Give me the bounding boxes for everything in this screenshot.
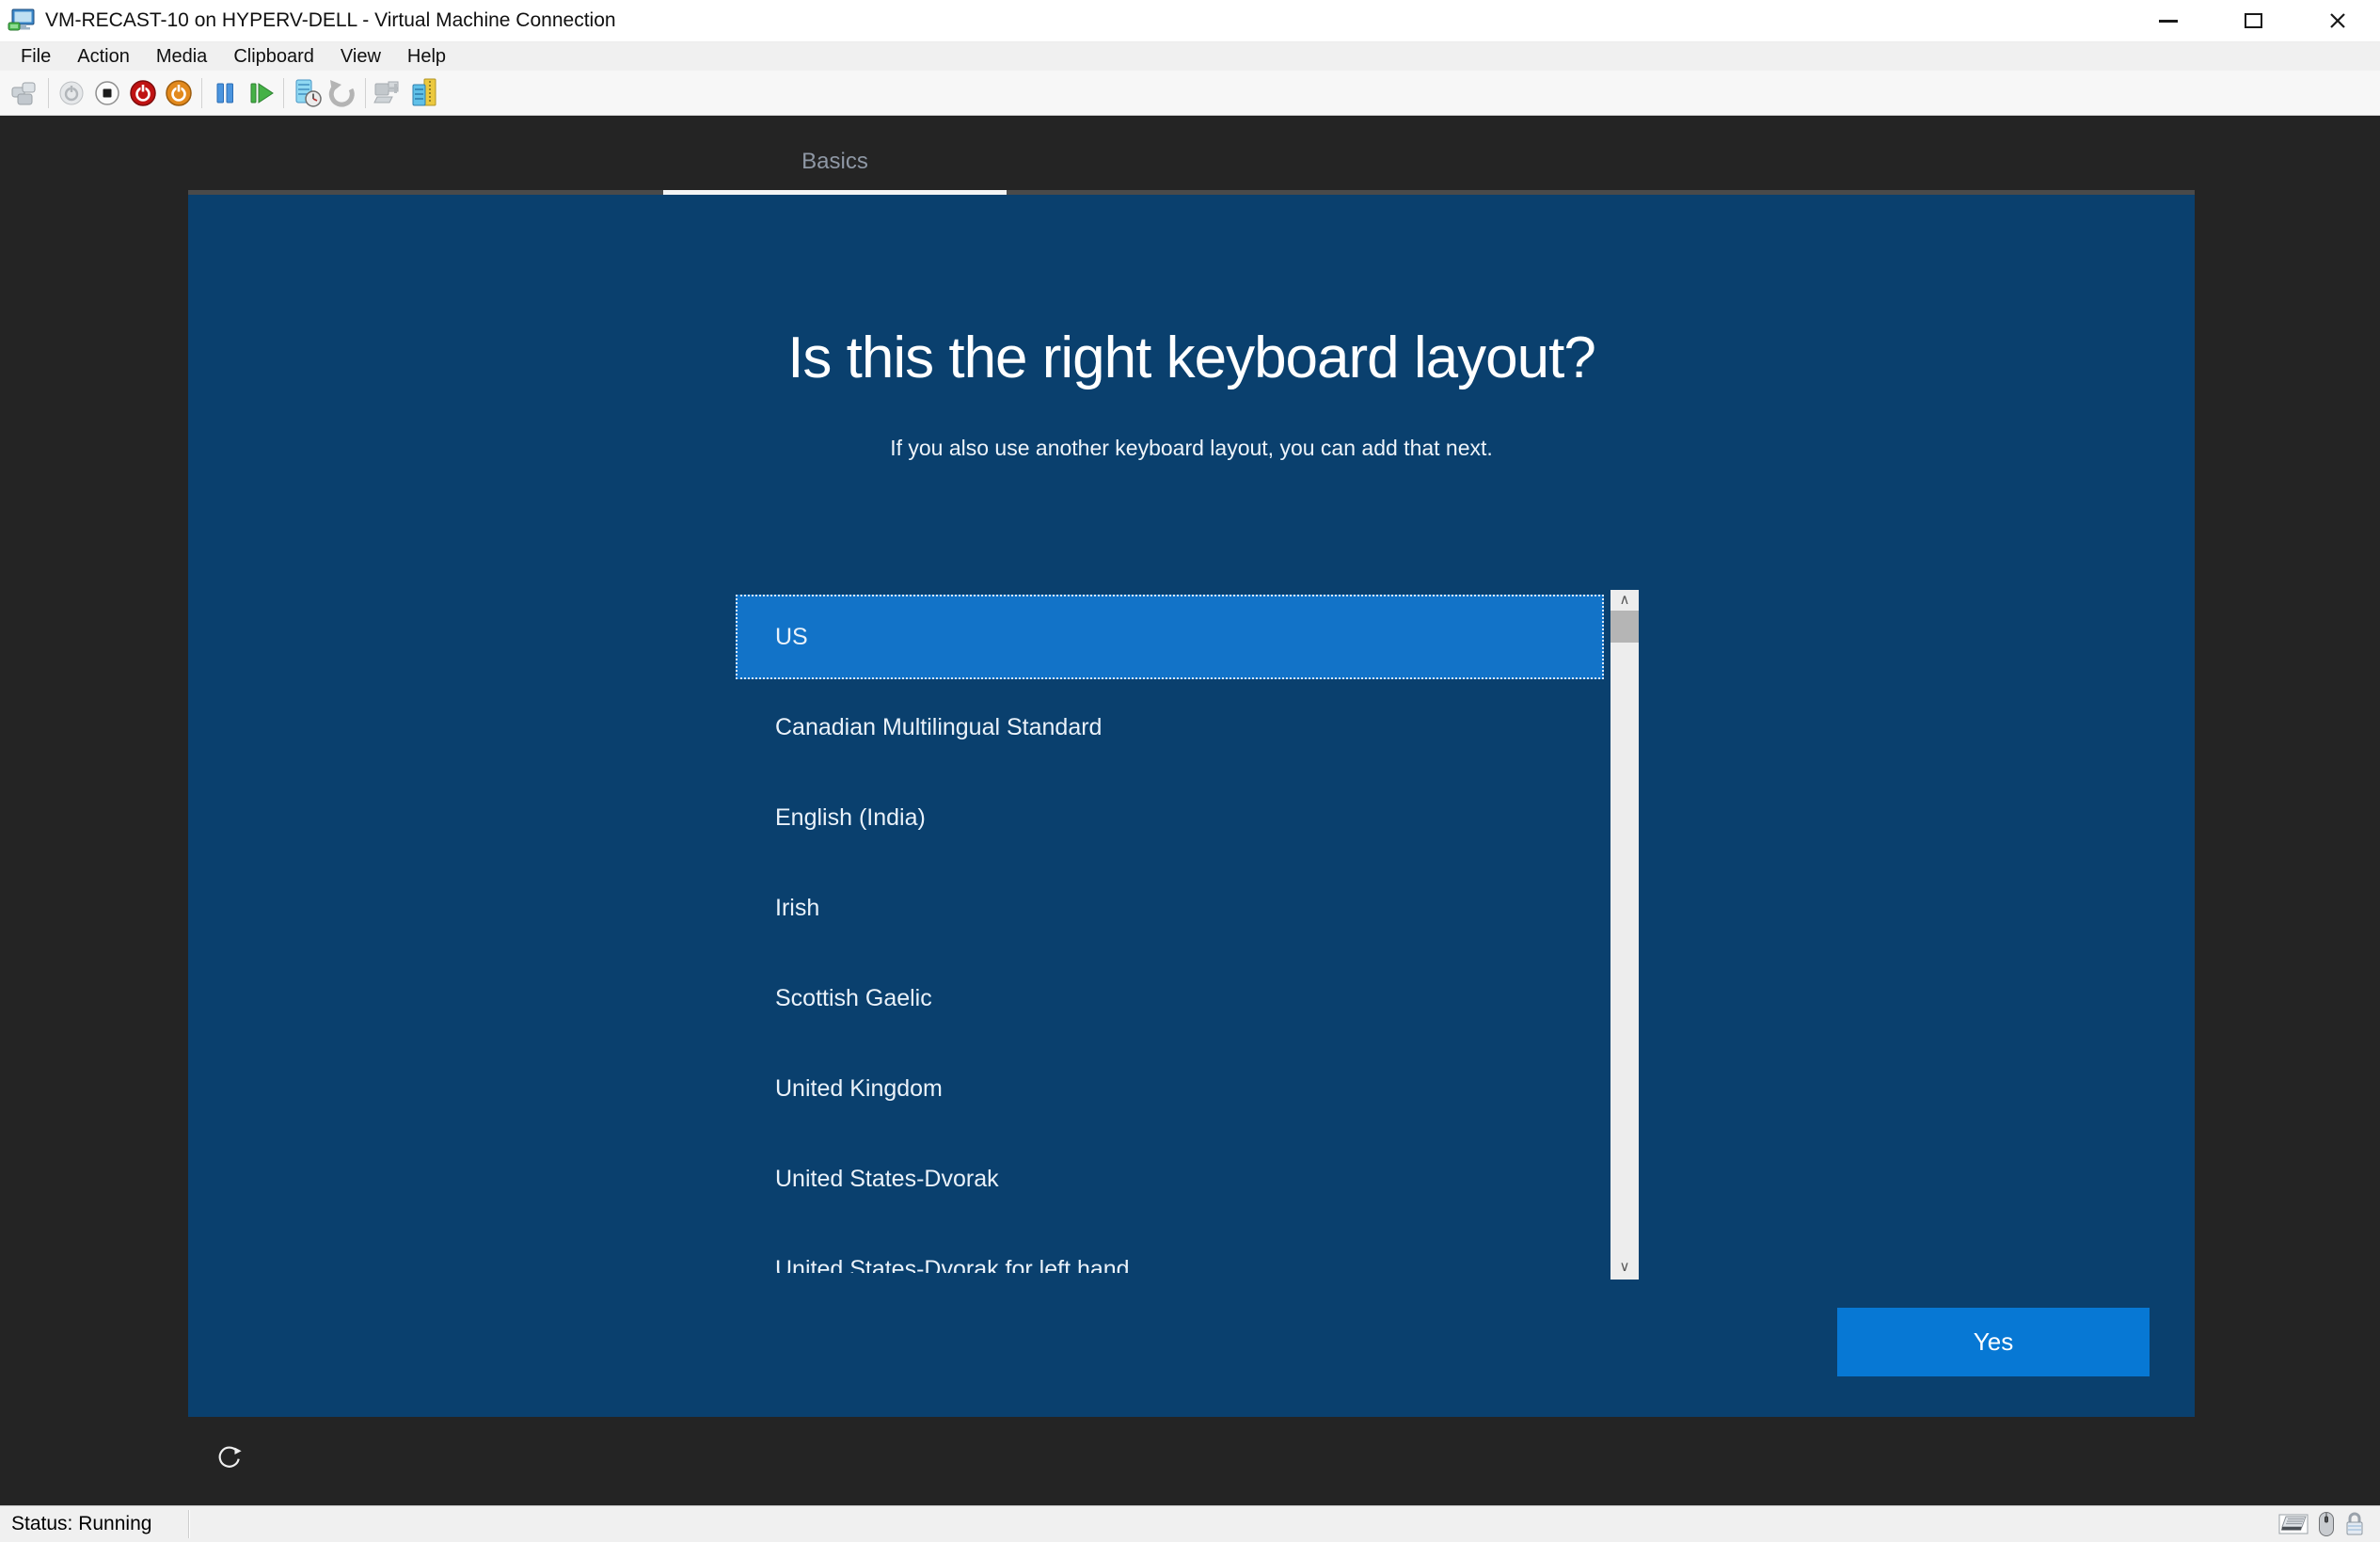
maximize-button[interactable] <box>2211 0 2295 41</box>
revert-button[interactable] <box>325 74 360 112</box>
keyboard-layout-option-selected[interactable]: US <box>736 595 1604 679</box>
maximize-icon <box>2245 13 2262 28</box>
window-controls <box>2126 0 2380 41</box>
mouse-capture-icon <box>2318 1511 2335 1537</box>
menu-media[interactable]: Media <box>143 42 220 71</box>
titlebar: VM-RECAST-10 on HYPERV-DELL - Virtual Ma… <box>0 0 2380 42</box>
ctrl-alt-del-icon <box>10 79 40 107</box>
option-label: United States-Dvorak for left hand <box>775 1256 1130 1274</box>
scroll-up-button[interactable]: ∧ <box>1610 590 1639 611</box>
oobe-panel: Is this the right keyboard layout? If yo… <box>188 195 2195 1417</box>
statusbar-indicators <box>2278 1511 2365 1537</box>
toolbar-separator <box>201 78 202 108</box>
keyboard-layout-option[interactable]: United States-Dvorak <box>736 1137 1604 1221</box>
menubar: File Action Media Clipboard View Help <box>0 42 2380 71</box>
start-button[interactable] <box>54 74 89 112</box>
scrollbar-thumb[interactable] <box>1610 611 1639 643</box>
close-button[interactable] <box>2295 0 2380 41</box>
statusbar: Status: Running <box>0 1505 2380 1542</box>
keyboard-capture-icon <box>2278 1514 2309 1534</box>
vm-display: Basics Is this the right keyboard layout… <box>0 116 2380 1505</box>
lock-icon <box>2344 1511 2365 1537</box>
page-title: Is this the right keyboard layout? <box>188 325 2195 391</box>
reset-button[interactable] <box>243 74 278 112</box>
turn-off-button[interactable] <box>89 74 125 112</box>
start-icon <box>56 78 87 108</box>
yes-button[interactable]: Yes <box>1837 1308 2150 1376</box>
save-button[interactable] <box>161 74 197 112</box>
page-subtitle: If you also use another keyboard layout,… <box>188 436 2195 461</box>
checkpoint-button[interactable] <box>289 74 325 112</box>
close-icon <box>2328 11 2347 30</box>
keyboard-layout-option[interactable]: English (India) <box>736 775 1604 860</box>
toolbar-separator <box>365 78 366 108</box>
pause-icon <box>210 78 240 108</box>
option-label: Irish <box>775 895 819 922</box>
ease-of-access-icon <box>214 1439 245 1475</box>
scroll-down-button[interactable]: ∨ <box>1610 1257 1639 1278</box>
enhanced-session-button[interactable] <box>406 74 442 112</box>
menu-clipboard[interactable]: Clipboard <box>220 42 327 71</box>
shut-down-button[interactable] <box>125 74 161 112</box>
toolbar <box>0 71 2380 116</box>
enhanced-session-icon <box>408 77 440 109</box>
ctrl-alt-del-button[interactable] <box>8 74 43 112</box>
option-label: Canadian Multilingual Standard <box>775 714 1102 741</box>
menu-view[interactable]: View <box>327 42 394 71</box>
option-label: Scottish Gaelic <box>775 985 932 1012</box>
option-label: US <box>775 624 808 651</box>
keyboard-layout-option[interactable]: Irish <box>736 866 1604 950</box>
window-title: VM-RECAST-10 on HYPERV-DELL - Virtual Ma… <box>45 9 616 32</box>
hyperv-app-icon <box>8 7 36 35</box>
menu-help[interactable]: Help <box>394 42 459 71</box>
ease-of-access-button[interactable] <box>209 1437 250 1478</box>
move-button[interactable] <box>371 74 406 112</box>
pause-button[interactable] <box>207 74 243 112</box>
oobe-step-basics: Basics <box>663 135 1007 189</box>
minimize-button[interactable] <box>2126 0 2211 41</box>
keyboard-layout-option[interactable]: United States-Dvorak for left hand <box>736 1227 1604 1273</box>
save-icon <box>163 77 195 109</box>
keyboard-layout-option[interactable]: United Kingdom <box>736 1046 1604 1131</box>
statusbar-separator <box>188 1510 190 1538</box>
menu-file[interactable]: File <box>8 42 64 71</box>
toolbar-separator <box>48 78 49 108</box>
keyboard-layout-option[interactable]: Scottish Gaelic <box>736 956 1604 1041</box>
option-label: English (India) <box>775 804 926 832</box>
minimize-icon <box>2159 20 2178 23</box>
keyboard-layout-list: US Canadian Multilingual Standard Englis… <box>736 590 1604 1273</box>
checkpoint-icon <box>291 77 323 109</box>
turn-off-icon <box>92 78 122 108</box>
move-machine-icon <box>372 78 405 108</box>
option-label: United States-Dvorak <box>775 1166 999 1193</box>
keyboard-layout-option[interactable]: Canadian Multilingual Standard <box>736 685 1604 770</box>
vm-connection-window: VM-RECAST-10 on HYPERV-DELL - Virtual Ma… <box>0 0 2380 1542</box>
reset-icon <box>245 78 277 108</box>
list-scrollbar[interactable]: ∧ ∨ <box>1610 590 1639 1280</box>
vm-status-text: Status: Running <box>11 1513 188 1535</box>
option-label: United Kingdom <box>775 1075 943 1103</box>
shut-down-icon <box>127 77 159 109</box>
menu-action[interactable]: Action <box>64 42 143 71</box>
revert-icon <box>326 78 358 108</box>
toolbar-separator <box>283 78 284 108</box>
